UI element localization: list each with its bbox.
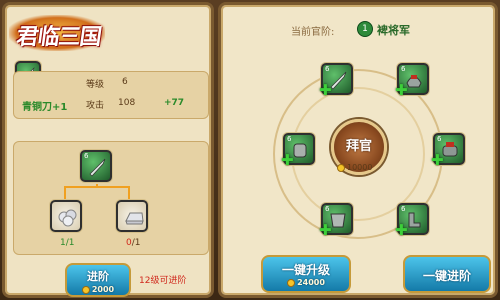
material-ingot-count: 0/1: [126, 238, 141, 248]
upgrade-plus-icon: ✚: [395, 81, 408, 99]
equip-slot-helmet[interactable]: 6 ✚: [395, 63, 429, 99]
equip-slot-boots[interactable]: 6 ✚: [395, 203, 429, 239]
advance-all-button[interactable]: 一键进阶: [403, 255, 491, 293]
coin-icon: [337, 163, 345, 172]
advance-hint: 12级可进阶: [139, 276, 187, 286]
equip-slot-armor[interactable]: 6 ✚: [319, 203, 353, 239]
stat-label: 攻击: [86, 101, 105, 111]
silver-ore-icon: [58, 209, 77, 227]
rank-value: 裨将军: [377, 24, 410, 37]
stat-bonus: +77: [164, 98, 185, 108]
game-logo-text: 君临三国: [14, 24, 103, 50]
material-slot-ingot[interactable]: [116, 200, 148, 232]
recipe-box: 6 1/1 0/1: [13, 141, 209, 255]
game-logo: 君临三国: [9, 9, 109, 55]
upgrade-all-button[interactable]: 一键升级 24000: [261, 255, 351, 293]
rank-badge: 1: [357, 21, 373, 37]
rank-label: 当前官阶:: [291, 27, 335, 38]
promote-cost: 10000: [337, 163, 372, 172]
material-slot-ore[interactable]: [50, 200, 82, 232]
item-stats-box: 等级 6 青铜刀+1 攻击 108 +77: [13, 71, 209, 119]
material-ore-count: 1/1: [60, 238, 75, 248]
item-name: 青铜刀+1: [22, 102, 68, 113]
silver-ingot-icon: [125, 212, 144, 225]
sword-icon: [89, 158, 106, 177]
level-value: 6: [122, 77, 128, 87]
equip-slot-gauntlet[interactable]: 6 ✚: [281, 133, 315, 169]
equip-slot-shoulder[interactable]: 6 ✚: [431, 133, 465, 169]
advance-button-label: 进阶: [87, 270, 109, 283]
item-detail-panel: 君临三国 等级 6 青铜刀+1 攻击 108 +77 6 1/1 0/1 进阶 …: [2, 2, 214, 298]
promote-label: 拜官: [345, 139, 372, 154]
advance-button[interactable]: 进阶 2000: [65, 263, 131, 297]
upgrade-plus-icon: ✚: [431, 151, 444, 169]
upgrade-all-label: 一键升级: [281, 263, 330, 277]
upgrade-plus-icon: ✚: [395, 221, 408, 239]
upgrade-plus-icon: ✚: [281, 151, 294, 169]
recipe-connector: [64, 186, 130, 200]
upgrade-all-cost: 24000: [263, 278, 349, 287]
upgrade-plus-icon: ✚: [319, 221, 332, 239]
equip-slot-weapon[interactable]: 6 ✚: [319, 63, 353, 99]
equipment-screen: 君临三国 等级 6 青铜刀+1 攻击 108 +77 6 1/1 0/1 进阶 …: [0, 0, 500, 300]
upgrade-plus-icon: ✚: [319, 81, 332, 99]
rank-row: 当前官阶: 1 裨将军: [291, 21, 431, 39]
level-label: 等级: [86, 80, 105, 90]
recipe-result-slot[interactable]: 6: [80, 150, 112, 182]
rank-panel: 当前官阶: 1 裨将军 拜官 10000 6 ✚ 6 ✚ 6 ✚ 6 ✚ 6 ✚ 6 ✚ 一…: [218, 2, 498, 298]
coin-icon: [81, 285, 90, 294]
advance-all-label: 一键进阶: [422, 269, 471, 283]
coin-icon: [287, 278, 296, 287]
stat-value: 108: [118, 98, 136, 108]
recipe-connector-stem: [96, 184, 98, 188]
advance-cost: 2000: [67, 285, 129, 294]
